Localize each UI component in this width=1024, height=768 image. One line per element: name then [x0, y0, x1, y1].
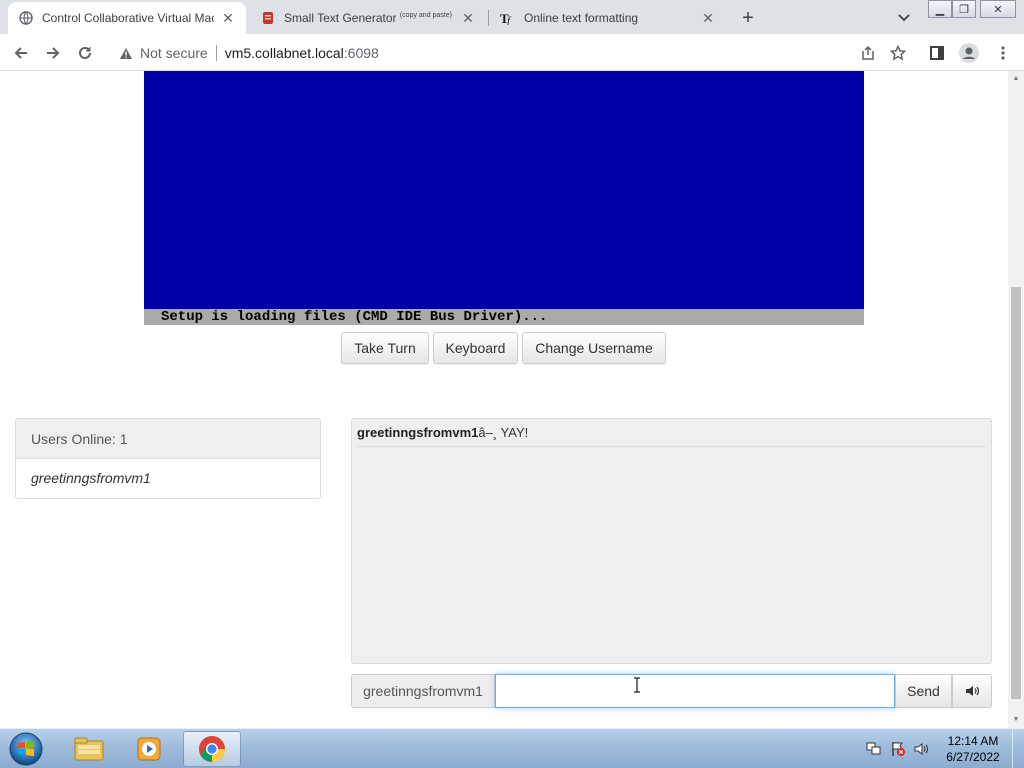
- forward-button[interactable]: [40, 40, 66, 66]
- windows-taskbar: 12:14 AM 6/27/2022: [0, 728, 1024, 768]
- chat-message-text: â–¸ YAY!: [478, 425, 529, 440]
- url-host: vm5.collabnet.local: [224, 45, 344, 61]
- reload-button[interactable]: [72, 40, 98, 66]
- users-online-panel: Users Online: 1 greetinngsfromvm1: [15, 418, 321, 499]
- taskbar-chrome[interactable]: [183, 731, 241, 767]
- warning-triangle-icon[interactable]: [118, 45, 134, 61]
- chrome-icon: [199, 736, 225, 763]
- windows-explorer-icon: [74, 737, 104, 761]
- tab-small-text-generator[interactable]: Small Text Generator (copy and paste) ✕: [250, 2, 486, 34]
- tab-control-collaborative[interactable]: Control Collaborative Virtual Mac ✕: [8, 2, 246, 34]
- share-icon[interactable]: [860, 45, 876, 61]
- vm-display[interactable]: Setup is loading files (CMD IDE Bus Driv…: [144, 71, 864, 325]
- tf-icon: Tf: [500, 10, 516, 26]
- minimize-window-button[interactable]: ▁: [928, 0, 952, 18]
- take-turn-button[interactable]: Take Turn: [341, 332, 429, 364]
- tab-title: Online text formatting: [524, 11, 639, 25]
- divider: [215, 45, 217, 61]
- security-status: Not secure: [140, 45, 208, 61]
- users-online-count: Users Online: 1: [16, 419, 320, 459]
- profile-avatar-icon[interactable]: [956, 40, 982, 66]
- show-desktop-button[interactable]: [1012, 729, 1024, 768]
- chat-message-user: greetinngsfromvm1: [357, 425, 479, 440]
- back-arrow-icon: [14, 47, 27, 59]
- start-button[interactable]: [6, 730, 46, 768]
- restore-window-button[interactable]: ❐: [952, 0, 976, 18]
- vm-setup-status-text: Setup is loading files (CMD IDE Bus Driv…: [144, 309, 864, 325]
- tab-online-text-formatting[interactable]: Tf Online text formatting ✕: [490, 2, 726, 34]
- close-tab-icon[interactable]: ✕: [700, 10, 716, 26]
- chat-input-row: greetinngsfromvm1 Send: [351, 674, 992, 708]
- system-clock[interactable]: 12:14 AM 6/27/2022: [940, 733, 1006, 765]
- action-center-flag-icon[interactable]: [890, 741, 906, 757]
- generator-icon: [260, 10, 276, 26]
- page-scrollbar[interactable]: ▲ ▼: [1008, 71, 1024, 728]
- url-port: :6098: [343, 45, 379, 61]
- volume-icon[interactable]: [914, 741, 930, 757]
- page-viewport: Setup is loading files (CMD IDE Bus Driv…: [0, 71, 1008, 728]
- tab-title: Small Text Generator (copy and paste): [284, 11, 452, 25]
- chat-message: greetinngsfromvm1â–¸ YAY!: [357, 425, 986, 447]
- media-player-icon: [137, 737, 161, 761]
- change-username-button[interactable]: Change Username: [522, 332, 666, 364]
- send-button[interactable]: Send: [895, 674, 952, 708]
- username-addon: greetinngsfromvm1: [351, 674, 495, 708]
- tab-search-chevron-icon[interactable]: [894, 8, 914, 28]
- sound-toggle-button[interactable]: [952, 674, 992, 708]
- scrollbar-thumb[interactable]: [1011, 287, 1021, 699]
- close-tab-icon[interactable]: ✕: [220, 10, 236, 26]
- tab-title: Control Collaborative Virtual Mac: [42, 11, 214, 25]
- keyboard-button[interactable]: Keyboard: [433, 332, 518, 364]
- address-bar[interactable]: Not secure vm5.collabnet.local:6098: [108, 39, 884, 67]
- clock-date: 6/27/2022: [946, 750, 1000, 764]
- chat-log: greetinngsfromvm1â–¸ YAY!: [351, 418, 992, 664]
- browser-toolbar: Not secure vm5.collabnet.local:6098: [0, 34, 1024, 71]
- globe-icon: [18, 10, 34, 26]
- back-button[interactable]: [8, 40, 34, 66]
- close-window-button[interactable]: ✕: [980, 0, 1016, 18]
- forward-arrow-icon: [47, 47, 60, 59]
- taskbar-media-player[interactable]: [120, 731, 178, 767]
- network-icon[interactable]: [866, 741, 882, 757]
- tab-separator: [488, 10, 489, 26]
- user-list-item: greetinngsfromvm1: [31, 470, 151, 486]
- chat-message-input[interactable]: [495, 674, 895, 708]
- scroll-down-icon[interactable]: ▼: [1012, 716, 1020, 724]
- reload-icon: [79, 46, 91, 59]
- close-tab-icon[interactable]: ✕: [460, 10, 476, 26]
- new-tab-button[interactable]: +: [736, 6, 760, 30]
- scroll-up-icon[interactable]: ▲: [1012, 75, 1020, 83]
- browser-tab-strip: Control Collaborative Virtual Mac ✕ Smal…: [0, 0, 1024, 34]
- taskbar-explorer[interactable]: [60, 731, 118, 767]
- windows-start-orb-icon: [9, 732, 43, 766]
- speaker-icon: [966, 686, 979, 696]
- text-cursor-icon: [634, 677, 640, 693]
- clock-time: 12:14 AM: [947, 734, 999, 748]
- svg-text:f: f: [507, 15, 512, 25]
- menu-kebab-icon[interactable]: [990, 40, 1016, 66]
- bookmark-star-icon[interactable]: [885, 40, 911, 66]
- side-panel-icon[interactable]: [924, 40, 950, 66]
